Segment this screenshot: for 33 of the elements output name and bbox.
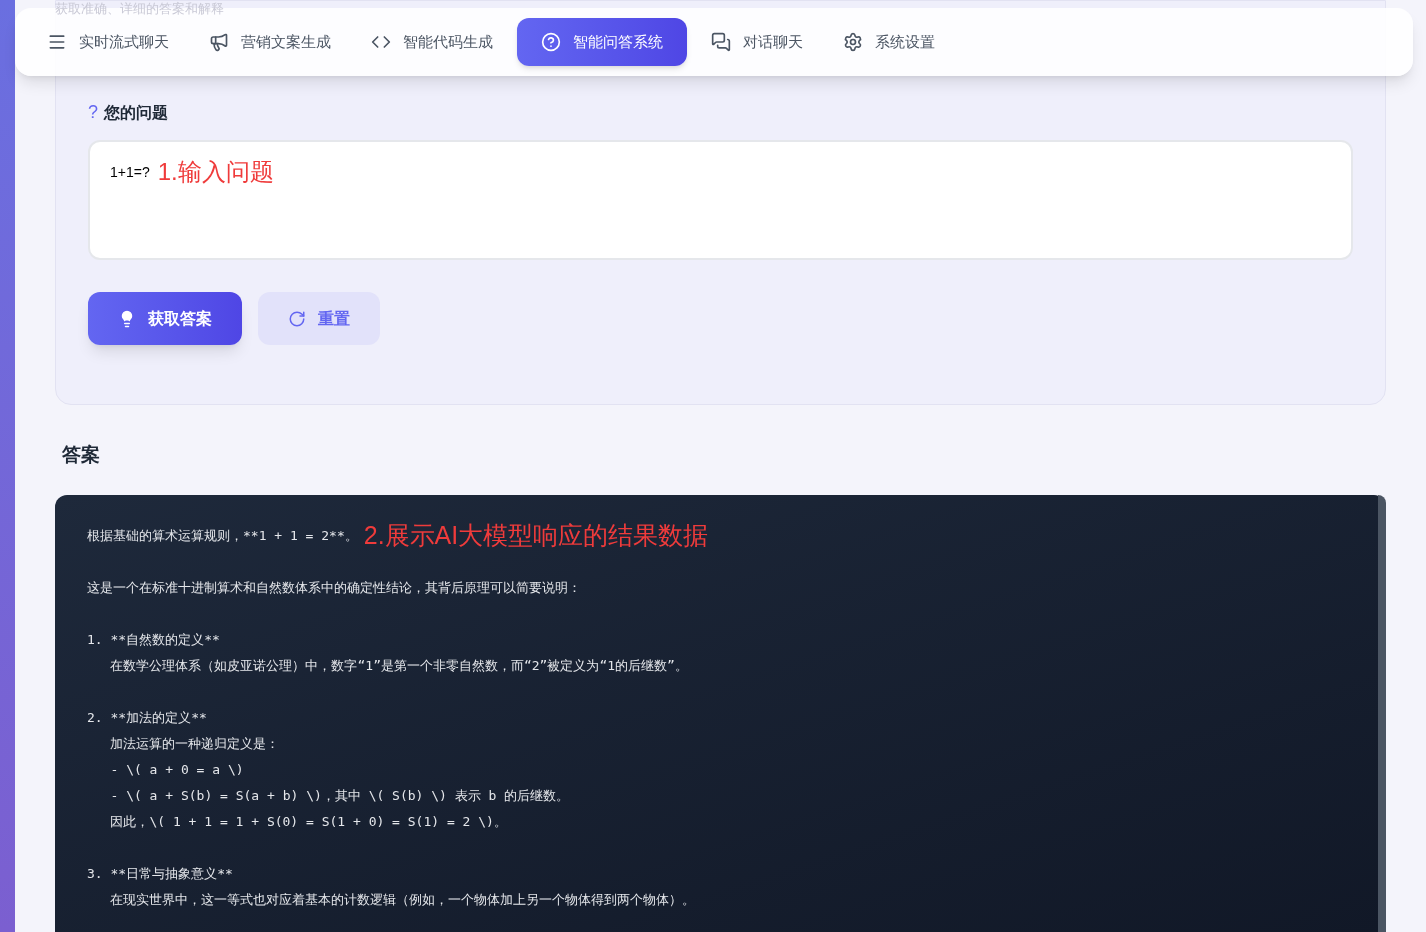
scrollbar-thumb[interactable] <box>1378 494 1386 932</box>
answer-heading: 答案 <box>62 443 101 467</box>
question-mark-icon: ? <box>88 99 98 126</box>
answer-line: 这是一个在标准十进制算术和自然数体系中的确定性结论，其背后原理可以简要说明： <box>87 578 581 597</box>
answer-line: - \( a + 0 = a \) <box>109 760 244 779</box>
nav-tab[interactable]: 实时流式聊天 <box>31 18 185 66</box>
answer-line: 3. **日常与抽象意义** <box>87 864 233 883</box>
answer-line: - \( a + S(b) = S(a + b) \)，其中 \( S(b) \) 表示 b 的后继数。 <box>109 786 570 805</box>
reset-icon <box>288 309 306 328</box>
settings-icon <box>843 32 863 52</box>
answer-line: 根据基础的算术运算规则，**1 + 1 = 2**。 <box>87 526 358 545</box>
annotation-text: 2.展示AI大模型响应的结果数据 <box>363 519 709 551</box>
question-icon <box>541 32 561 52</box>
nav-tab[interactable]: 对话聊天 <box>695 18 819 66</box>
question-field[interactable]: 1+1=? 1.输入问题 <box>88 140 1353 260</box>
nav-tab[interactable]: 智能问答系统 <box>517 18 687 66</box>
answer-line: 1. **自然数的定义** <box>87 630 220 649</box>
answer-line: 在现实世界中，这一等式也对应着基本的计数逻辑（例如，一个物体加上另一个物体得到两个物体）。 <box>109 890 696 909</box>
nav-tab[interactable]: 智能代码生成 <box>355 18 509 66</box>
nav-tab[interactable]: 营销文案生成 <box>193 18 347 66</box>
reset-button[interactable]: 重置 <box>258 292 380 345</box>
chat-bubbles-icon <box>711 32 731 52</box>
megaphone-icon <box>209 32 229 52</box>
answer-line: 加法运算的一种递归定义是： <box>109 734 280 753</box>
question-label: 您的问题 <box>104 102 168 123</box>
get-answer-button[interactable]: 获取答案 <box>88 292 242 345</box>
nav-tab[interactable]: 系统设置 <box>827 18 951 66</box>
menu-icon <box>47 32 67 52</box>
answer-line: 因此，\( 1 + 1 = 1 + S(0) = S(1 + 0) = S(1) = 2 \)。 <box>109 812 507 831</box>
answer-line: 2. **加法的定义** <box>87 708 207 727</box>
answer-line: 在数学公理体系（如皮亚诺公理）中，数字“1”是第一个非零自然数，而“2”被定义为“1的后继数”。 <box>109 656 688 675</box>
annotation-text: 1.输入问题 <box>157 157 274 187</box>
question-text: 1+1=? <box>110 163 150 182</box>
